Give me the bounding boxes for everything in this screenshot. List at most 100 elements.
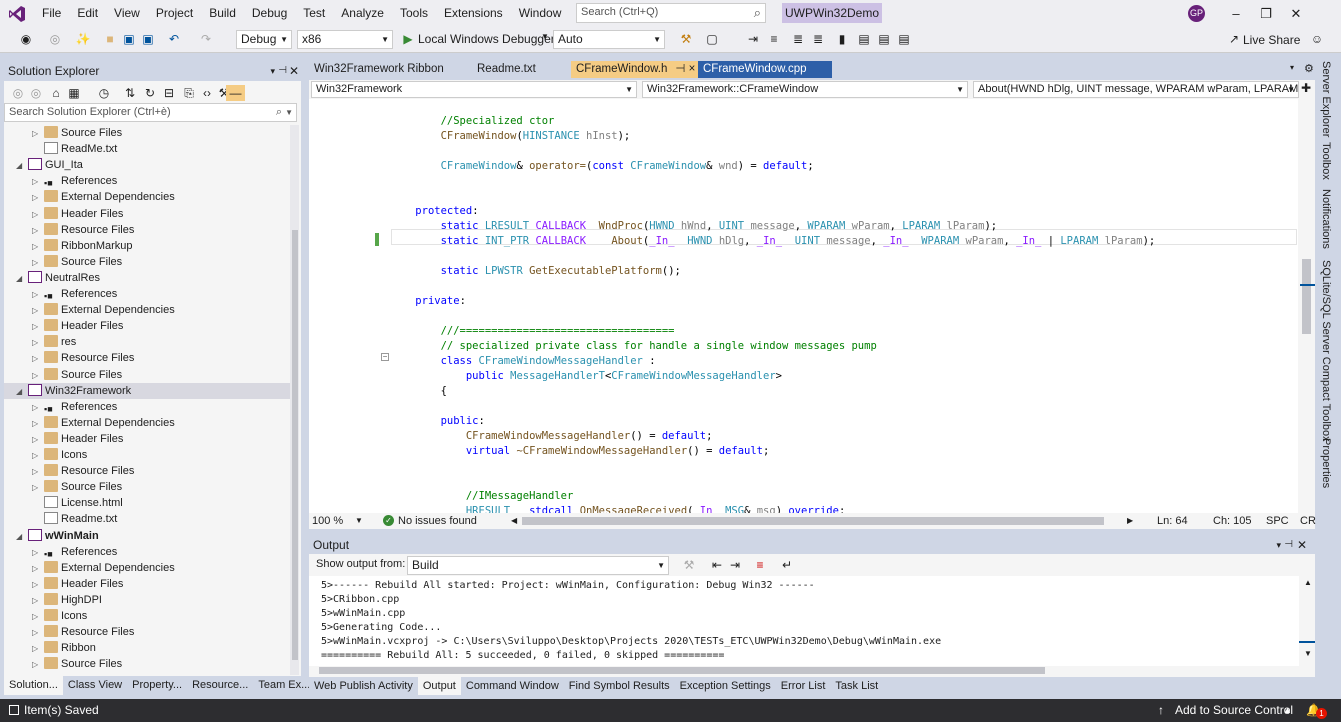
member-nav-select[interactable]: About(HWND hDlg, UINT message, WPARAM wP…: [973, 81, 1299, 98]
find-icon[interactable]: ⚒: [678, 31, 694, 47]
clear-bookmark-icon[interactable]: ▤: [896, 31, 912, 47]
tree-item[interactable]: ◢ Win32Framework: [4, 382, 290, 400]
tree-item[interactable]: ▷ Ribbon: [4, 640, 290, 656]
horizontal-scrollbar-thumb[interactable]: [522, 517, 1104, 525]
scroll-up-icon[interactable]: ▲: [1304, 578, 1312, 587]
comment-icon[interactable]: ≣: [790, 31, 806, 47]
clear-all-icon[interactable]: ≡: [752, 557, 768, 573]
expand-arrow-icon[interactable]: ◢: [16, 384, 28, 400]
zoom-level[interactable]: 100 %: [312, 513, 343, 529]
expand-arrow-icon[interactable]: ▷: [32, 126, 44, 142]
menu-item-tools[interactable]: Tools: [392, 0, 436, 27]
menu-item-test[interactable]: Test: [295, 0, 333, 27]
tree-item[interactable]: ▷ Source Files: [4, 125, 290, 141]
prev-message-icon[interactable]: ⇤: [709, 557, 725, 573]
chevron-down-icon[interactable]: ▼: [285, 104, 293, 121]
document-tab[interactable]: Readme.txt: [472, 61, 571, 78]
collapse-region-icon[interactable]: −: [381, 353, 389, 361]
tree-item[interactable]: ▷ External Dependencies: [4, 415, 290, 431]
expand-arrow-icon[interactable]: ◢: [16, 271, 28, 287]
close-icon[interactable]: ✕: [289, 61, 299, 81]
tree-item[interactable]: ▷ Source Files: [4, 254, 290, 270]
feedback-icon[interactable]: ☺: [1309, 31, 1325, 47]
expand-arrow-icon[interactable]: ▷: [32, 351, 44, 367]
expand-arrow-icon[interactable]: ▷: [32, 432, 44, 448]
tool-tab[interactable]: Web Publish Activity: [309, 677, 418, 695]
tree-item[interactable]: ▷ Icons: [4, 447, 290, 463]
dropdown-icon[interactable]: ▾: [270, 61, 275, 81]
visual-studio-logo-icon[interactable]: [0, 0, 34, 27]
tree-item[interactable]: ▷ Header Files: [4, 431, 290, 447]
auto-select[interactable]: Auto ▼: [553, 30, 665, 49]
tree-item[interactable]: ▷ res: [4, 334, 290, 350]
menu-item-build[interactable]: Build: [201, 0, 244, 27]
open-folder-icon[interactable]: ■: [102, 31, 118, 47]
minimize-icon[interactable]: –: [1221, 0, 1251, 27]
sync-icon[interactable]: ⇅: [122, 85, 138, 101]
outdent-icon[interactable]: ≡: [766, 31, 782, 47]
expand-arrow-icon[interactable]: ▷: [32, 255, 44, 271]
expand-arrow-icon[interactable]: ▷: [32, 609, 44, 625]
expand-arrow-icon[interactable]: ▷: [32, 641, 44, 657]
menu-item-window[interactable]: Window: [511, 0, 570, 27]
scroll-down-icon[interactable]: ▼: [1304, 649, 1312, 658]
word-wrap-icon[interactable]: ↵: [779, 557, 795, 573]
split-icon[interactable]: ✚: [1301, 81, 1311, 95]
tree-item[interactable]: ▷ Header Files: [4, 318, 290, 334]
output-text[interactable]: 5>------ Rebuild All started: Project: w…: [309, 576, 1299, 666]
switch-views-icon[interactable]: ▦: [66, 85, 82, 101]
tree-item[interactable]: ▷ External Dependencies: [4, 189, 290, 205]
tree-item[interactable]: ▷ External Dependencies: [4, 302, 290, 318]
tree-item[interactable]: ▷ Header Files: [4, 576, 290, 592]
tool-tab[interactable]: Solution...: [4, 676, 63, 695]
project-nav-select[interactable]: Win32Framework ▼: [311, 81, 637, 98]
tab-dropdown-icon[interactable]: ▾: [1290, 63, 1294, 72]
whitespace-mode[interactable]: SPC: [1266, 513, 1289, 529]
show-all-files-icon[interactable]: ⎘: [181, 85, 197, 101]
restore-icon[interactable]: ❐: [1251, 0, 1281, 27]
tree-item[interactable]: ▷ ▪■ References: [4, 399, 290, 415]
add-source-control-button[interactable]: Add to Source Control: [1175, 699, 1293, 722]
redo-icon[interactable]: ↷: [198, 31, 214, 47]
tool-tab[interactable]: Class View: [63, 676, 127, 695]
expand-arrow-icon[interactable]: ▷: [32, 464, 44, 480]
menu-item-view[interactable]: View: [106, 0, 148, 27]
save-all-icon[interactable]: ▣: [140, 31, 156, 47]
bookmark-icon[interactable]: ▮: [834, 31, 850, 47]
view-code-icon[interactable]: ‹›: [199, 85, 215, 101]
expand-arrow-icon[interactable]: ▷: [32, 593, 44, 609]
expand-arrow-icon[interactable]: ▷: [32, 448, 44, 464]
tree-item[interactable]: ▷ ▪■ References: [4, 286, 290, 302]
tool-tab[interactable]: Exception Settings: [675, 677, 776, 695]
expand-arrow-icon[interactable]: ▷: [32, 368, 44, 384]
live-share-icon[interactable]: ↗: [1226, 31, 1242, 47]
expand-arrow-icon[interactable]: ◢: [16, 529, 28, 545]
find-message-icon[interactable]: ⚒: [681, 557, 697, 573]
dropdown-icon[interactable]: ▾: [1276, 536, 1281, 554]
tool-tab[interactable]: Find Symbol Results: [564, 677, 675, 695]
refresh-icon[interactable]: ↻: [142, 85, 158, 101]
pin-icon[interactable]: ⊣: [278, 61, 287, 81]
preview-icon[interactable]: —: [226, 85, 245, 101]
tree-scrollbar-thumb[interactable]: [292, 230, 298, 660]
live-share-button[interactable]: Live Share: [1243, 33, 1300, 47]
tree-item[interactable]: ▷ Header Files: [4, 206, 290, 222]
chevron-down-icon[interactable]: ▼: [541, 32, 549, 41]
expand-arrow-icon[interactable]: ▷: [32, 303, 44, 319]
tree-item[interactable]: ▷ Source Files: [4, 656, 290, 672]
tree-item[interactable]: ▷ Resource Files: [4, 463, 290, 479]
chevron-down-icon[interactable]: ▼: [355, 513, 363, 529]
tool-tab[interactable]: Command Window: [461, 677, 564, 695]
expand-arrow-icon[interactable]: ▷: [32, 239, 44, 255]
tree-item[interactable]: ▷ Resource Files: [4, 222, 290, 238]
platform-select[interactable]: x86 ▼: [297, 30, 393, 49]
toggle-icon[interactable]: ⇥: [745, 31, 761, 47]
expand-arrow-icon[interactable]: ▷: [32, 174, 44, 190]
issues-status[interactable]: No issues found: [398, 513, 477, 529]
editor-scrollbar-thumb[interactable]: [1302, 259, 1311, 334]
configuration-select[interactable]: Debug ▼: [236, 30, 292, 49]
tree-item[interactable]: ◢ GUI_Ita: [4, 157, 290, 173]
home-icon[interactable]: ⌂: [48, 85, 64, 101]
menu-item-project[interactable]: Project: [148, 0, 201, 27]
solution-search-input[interactable]: Search Solution Explorer (Ctrl+è) ⌕ ▼: [4, 103, 297, 122]
